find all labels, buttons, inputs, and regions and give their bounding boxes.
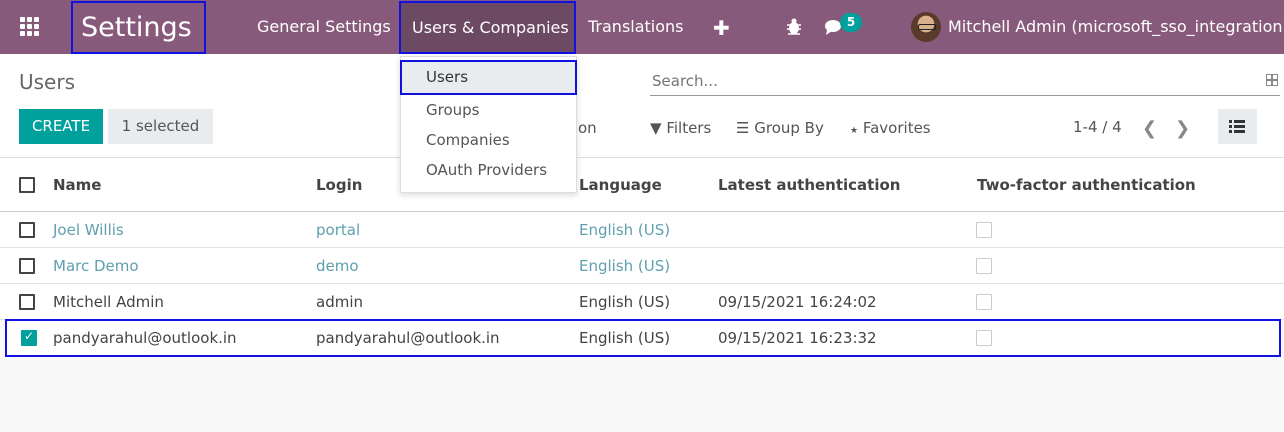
dropdown-item-oauth-providers[interactable]: OAuth Providers — [401, 155, 576, 186]
cell-name[interactable]: Mitchell Admin — [53, 293, 164, 311]
select-all-checkbox[interactable] — [19, 177, 35, 193]
search-input[interactable] — [650, 68, 1250, 94]
menu-translations[interactable]: Translations — [588, 0, 684, 54]
cell-name[interactable]: Marc Demo — [53, 257, 139, 275]
favorites-button[interactable]: ★ Favorites — [850, 119, 931, 137]
table-row[interactable]: Joel Willis portal English (US) — [0, 212, 1284, 248]
bug-icon[interactable] — [786, 18, 802, 36]
row-checkbox[interactable] — [19, 222, 35, 238]
dropdown-item-companies[interactable]: Companies — [401, 125, 576, 156]
pager-next-icon[interactable]: ❯ — [1175, 118, 1190, 139]
cell-name[interactable]: Joel Willis — [53, 221, 124, 239]
cell-language[interactable]: English (US) — [579, 293, 670, 311]
row-checkbox-checked[interactable] — [21, 329, 37, 346]
group-by-button[interactable]: ☰ Group By — [736, 119, 824, 137]
column-language[interactable]: Language — [579, 176, 662, 194]
pager-value[interactable]: 1-4 / 4 — [1073, 118, 1122, 136]
top-navbar: Settings General Settings Users & Compan… — [0, 0, 1284, 54]
menu-general-settings[interactable]: General Settings — [257, 0, 391, 54]
cell-login[interactable]: admin — [316, 293, 363, 311]
favorites-label: Favorites — [862, 119, 931, 137]
list-view-icon — [1229, 120, 1245, 133]
column-latest-authentication[interactable]: Latest authentication — [718, 176, 900, 194]
list-icon: ☰ — [736, 119, 750, 137]
filter-icon: ▼ — [650, 119, 662, 137]
two-factor-checkbox — [976, 330, 992, 346]
cell-latest-auth: 09/15/2021 16:24:02 — [718, 293, 877, 311]
menu-users-companies[interactable]: Users & Companies — [399, 1, 576, 54]
breadcrumb: Users — [19, 70, 76, 94]
cell-language[interactable]: English (US) — [579, 329, 670, 347]
user-menu[interactable]: Mitchell Admin (microsoft_sso_integratio… — [948, 0, 1284, 54]
dropdown-item-groups[interactable]: Groups — [401, 95, 576, 126]
group-by-label: Group By — [754, 119, 824, 137]
dropdown-item-users[interactable]: Users — [400, 60, 577, 95]
row-checkbox[interactable] — [19, 294, 35, 310]
cell-name[interactable]: pandyarahul@outlook.in — [53, 329, 237, 347]
table-row-selected[interactable]: pandyarahul@outlook.in pandyarahul@outlo… — [5, 319, 1281, 357]
list-view-button[interactable] — [1218, 109, 1257, 144]
column-name[interactable]: Name — [53, 176, 101, 194]
users-companies-dropdown: Users Groups Companies OAuth Providers — [400, 56, 577, 193]
two-factor-checkbox — [976, 294, 992, 310]
control-panel: Users CREATE 1 selected on ▼ Filters ☰ G… — [0, 54, 1284, 158]
column-login[interactable]: Login — [316, 176, 362, 194]
column-two-factor[interactable]: Two-factor authentication — [977, 176, 1196, 194]
table-row[interactable]: Mitchell Admin admin English (US) 09/15/… — [0, 284, 1284, 320]
star-icon: ★ — [850, 126, 859, 136]
create-button[interactable]: CREATE — [19, 109, 103, 144]
avatar[interactable] — [911, 12, 941, 42]
cell-latest-auth: 09/15/2021 16:23:32 — [718, 329, 877, 347]
message-count-badge: 5 — [840, 13, 862, 32]
search-options-icon[interactable] — [1266, 74, 1278, 86]
cell-login[interactable]: demo — [316, 257, 359, 275]
row-checkbox[interactable] — [19, 258, 35, 274]
two-factor-checkbox — [976, 222, 992, 238]
search-bar — [650, 68, 1280, 96]
cell-login[interactable]: pandyarahul@outlook.in — [316, 329, 500, 347]
action-button-partial[interactable]: on — [578, 119, 597, 137]
pager-previous-icon[interactable]: ❮ — [1142, 118, 1157, 139]
plus-icon[interactable]: ✚ — [713, 16, 730, 40]
apps-menu-icon[interactable] — [20, 17, 40, 37]
filters-button[interactable]: ▼ Filters — [650, 119, 711, 137]
filters-label: Filters — [666, 119, 712, 137]
two-factor-checkbox — [976, 258, 992, 274]
table-header: Name Login Language Latest authenticatio… — [0, 158, 1284, 212]
app-title[interactable]: Settings — [71, 1, 206, 54]
cell-language[interactable]: English (US) — [579, 257, 670, 275]
selected-count[interactable]: 1 selected — [108, 109, 213, 144]
table-row[interactable]: Marc Demo demo English (US) — [0, 248, 1284, 284]
cell-login[interactable]: portal — [316, 221, 360, 239]
cell-language[interactable]: English (US) — [579, 221, 670, 239]
